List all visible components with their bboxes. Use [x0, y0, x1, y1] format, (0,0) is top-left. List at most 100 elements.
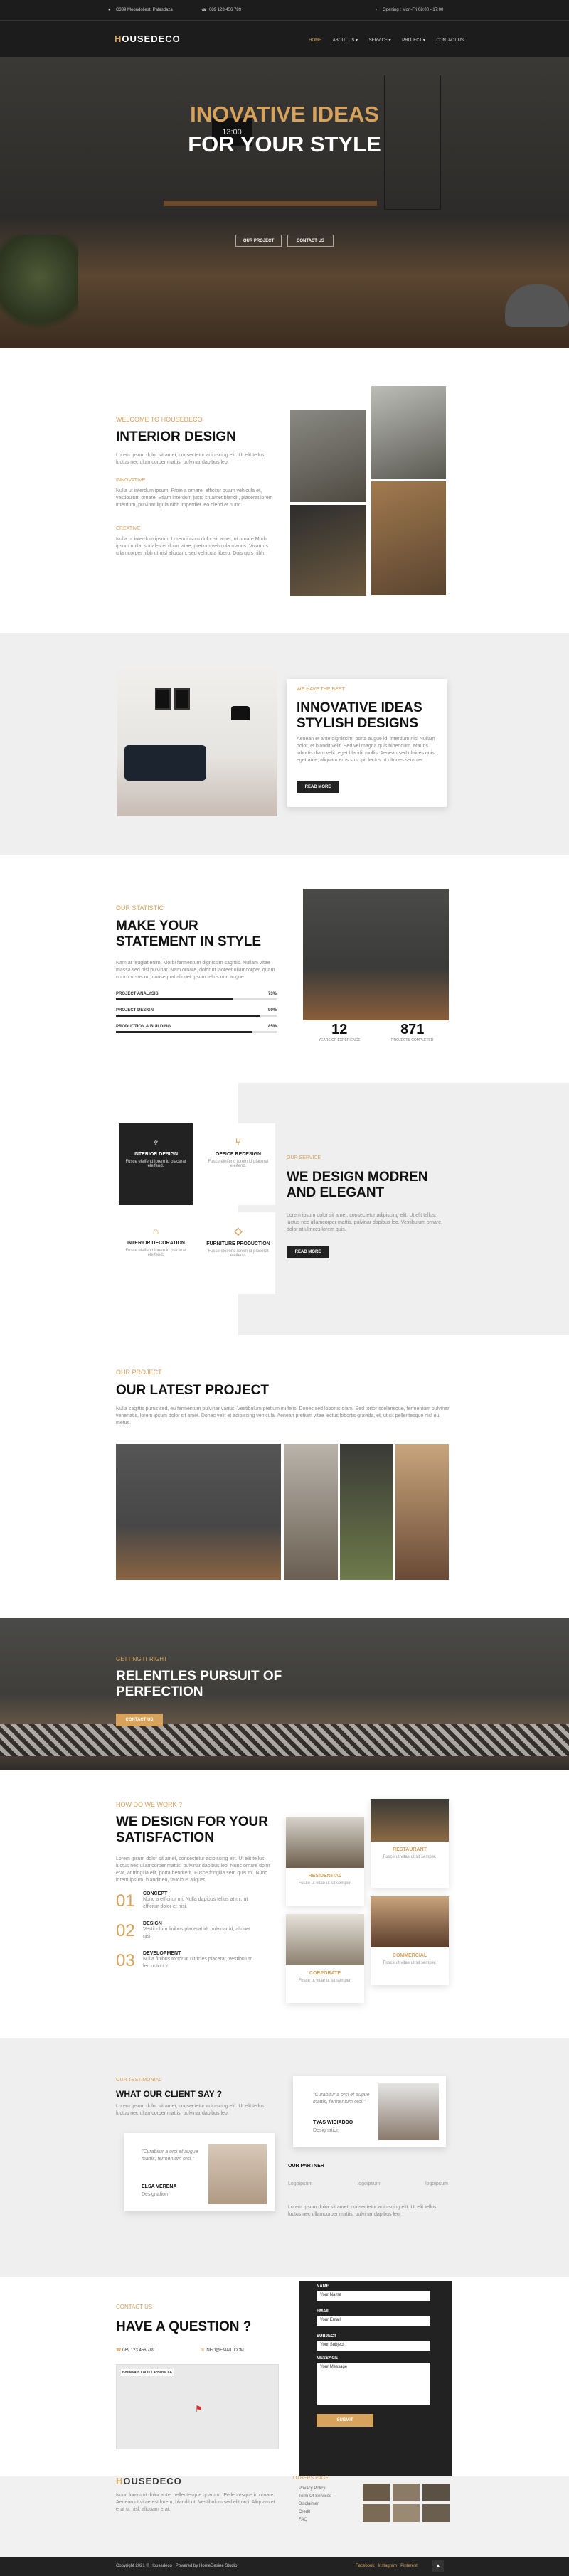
project-text: Nulla sagittis purus sed, eu fermentum p… — [116, 1406, 450, 1426]
best-read-more-button[interactable]: READ MORE — [297, 781, 339, 793]
footer-bottom-bar — [0, 2557, 569, 2576]
work-card-restaurant[interactable]: RESTAURANT Fusce ut vitae ut sit semper. — [371, 1799, 449, 1888]
getting-title: RELENTLES PURSUIT OF PERFECTION — [116, 1669, 282, 1699]
work-steps: 01 CONCEPT Nunc a efficitur mi. Nulla dapi… — [116, 1891, 276, 1971]
progress-bar-1: PROJECT ANALYSIS 73% — [116, 992, 277, 1000]
map-pin-icon: ⚑ — [195, 2404, 203, 2414]
frame-shape — [174, 688, 190, 710]
map-label: Boulevard Louis Lachenal 6A — [121, 2369, 174, 2376]
footer-link[interactable]: Disclaimer — [299, 2501, 331, 2508]
welcome-text2: Nulla ut interdum ipsum. Lorem ipsum dol… — [116, 537, 268, 556]
email-field[interactable]: Your Email — [317, 2316, 430, 2326]
service-interior-decoration[interactable]: ⌂ INTERIOR DECORATION Fusce eleifend lore… — [119, 1212, 193, 1294]
best-section-bg — [0, 633, 569, 855]
hero-title-line2: FOR YOUR STYLE — [188, 132, 381, 156]
nav-home[interactable]: HOME — [309, 38, 321, 43]
testimonial-kicker: OUR TESTIMONIAL — [116, 2078, 162, 2083]
name-field[interactable]: Your Name — [317, 2291, 430, 2301]
footer-thumb[interactable] — [393, 2484, 420, 2501]
work-card-corporate[interactable]: CORPORATE Fusce ut vitae ut sit semper. — [286, 1914, 364, 2003]
message-field[interactable]: Your Message — [317, 2363, 430, 2405]
partner-kicker: OUR PARTNER — [288, 2164, 324, 2169]
service-text: Lorem ipsum dolor sit amet, consectetur … — [287, 1213, 443, 1232]
bar-fill — [116, 1031, 253, 1033]
partner-logo-1: Logoipsum — [288, 2181, 313, 2186]
scroll-top-button[interactable]: ▲ — [432, 2560, 444, 2572]
nav-about[interactable]: ABOUT US ▾ — [333, 38, 358, 43]
progress-bar-2: PROJECT DESIGN 90% — [116, 1008, 277, 1017]
footer-link[interactable]: Privacy Policy — [299, 2485, 331, 2493]
getting-kicker: GETTING IT RIGHT — [116, 1656, 167, 1662]
testimonial-title: WHAT OUR CLIENT SAY ? — [116, 2089, 223, 2099]
subject-field[interactable]: Your Subject — [317, 2341, 430, 2351]
location-icon: ● — [108, 8, 111, 12]
hero-section: 13:00 — [0, 57, 569, 348]
service-furniture-production[interactable]: ◇ FURNITURE PRODUCTION Fusce eleifend lor… — [201, 1212, 275, 1294]
service-section-bg — [238, 1083, 569, 1335]
counter-years: 12 YEARS OF EXPERIENCE — [318, 1022, 361, 1042]
facebook-link[interactable]: Facebook — [356, 2564, 374, 2568]
project-image-3[interactable] — [340, 1444, 393, 1580]
clock-icon: ◔ — [375, 8, 378, 12]
best-kicker: WE HAVE THE BEST — [297, 687, 345, 692]
footer-thumb[interactable] — [422, 2484, 450, 2501]
bar-fill — [116, 998, 233, 1000]
footer-thumb[interactable] — [363, 2504, 390, 2522]
footer-thumb[interactable] — [422, 2504, 450, 2522]
bar-percent: 85% — [267, 1025, 277, 1029]
label-name: NAME — [317, 2284, 329, 2289]
footer-text: Nunc lorem ut dolor ante, pellentesque q… — [116, 2493, 275, 2512]
work-card-commercial[interactable]: COMMERCIAL Fusce ut vitae ut sit semper. — [371, 1896, 449, 1985]
project-image-2[interactable] — [284, 1444, 338, 1580]
sofa-shape — [124, 745, 206, 781]
project-image-1[interactable] — [116, 1444, 281, 1580]
contact-phone: ☎ 089 123 456 789 — [116, 2348, 155, 2353]
counter-projects: 871 PROJECTS COMPLETED — [391, 1022, 434, 1042]
service-interior-design[interactable]: ♆ INTERIOR DESIGN Fusce eleifend lorem id… — [119, 1123, 193, 1205]
welcome-sub2: CREATIVE — [116, 526, 141, 531]
best-text: Aenean et ante dignissim, porta augue id… — [297, 737, 436, 763]
pinterest-link[interactable]: Pinterest — [400, 2564, 418, 2568]
welcome-image-4 — [371, 481, 446, 595]
site-logo[interactable]: HOUSEDECO — [115, 33, 181, 44]
footer-thumb[interactable] — [393, 2504, 420, 2522]
footer-thumb[interactable] — [363, 2484, 390, 2501]
footer-logo[interactable]: HOUSEDECO — [116, 2476, 182, 2486]
bar-fill — [116, 1015, 261, 1017]
service-title: WE DESIGN MODREN AND ELEGANT — [287, 1170, 428, 1200]
work-card-residential[interactable]: RESIDENTIAL Fusce ut vitae ut sit semper. — [286, 1817, 364, 1906]
welcome-image-1 — [290, 410, 366, 502]
project-image-4[interactable] — [395, 1444, 449, 1580]
contact-title: HAVE A QUESTION ? — [116, 2319, 252, 2334]
submit-button[interactable]: SUBMIT — [317, 2414, 373, 2427]
progress-bar-3: PRODUCTION & BUILDING 85% — [116, 1025, 277, 1033]
welcome-intro: Lorem ipsum dolor sit amet, consectetur … — [116, 453, 266, 465]
footer — [0, 2476, 569, 2557]
footer-link[interactable]: Credit — [299, 2508, 331, 2516]
service-read-more-button[interactable]: READ MORE — [287, 1246, 329, 1258]
label-message: MESSAGE — [317, 2356, 339, 2361]
service-office-redesign[interactable]: ⑂ OFFICE REDESIGN Fusce eleifend lorem id… — [201, 1123, 275, 1205]
welcome-image-3 — [371, 386, 446, 479]
footer-link[interactable]: FAQ — [299, 2516, 331, 2524]
nav-project[interactable]: PROJECT ▾ — [402, 38, 425, 43]
best-image — [117, 667, 277, 816]
contact-map[interactable]: Boulevard Louis Lachenal 6A ⚑ — [116, 2364, 279, 2449]
footer-link[interactable]: Term Of Services — [299, 2493, 331, 2501]
instagram-link[interactable]: Instagram — [378, 2564, 397, 2568]
social-links: Facebook Instagram Pinterest — [356, 2564, 418, 2568]
footer-links: Privacy Policy Term Of Services Disclaim… — [299, 2485, 331, 2524]
getting-contact-button[interactable]: CONTACT US — [116, 1714, 163, 1726]
client-name: TYAS WIDIADDO — [313, 2120, 353, 2125]
statistic-bars: PROJECT ANALYSIS 73% PROJECT DESIGN 90% PR… — [116, 992, 277, 1033]
hero-project-button[interactable]: OUR PROJECT — [235, 235, 282, 247]
statistic-image — [303, 889, 449, 1020]
chair-icon: ⑂ — [235, 1136, 242, 1148]
hero-contact-button[interactable]: CONTACT US — [287, 235, 334, 247]
nav-service[interactable]: SERVICE ▾ — [369, 38, 391, 43]
partner-text: Lorem ipsum dolor sit amet, consectetur … — [288, 2205, 438, 2217]
quote-text: "Curabitur a orci et augue mattis, ferme… — [313, 2093, 370, 2105]
topbar-hours: Opening : Mon-Fri 08:00 - 17:00 — [383, 8, 444, 12]
main-navigation: HOUSEDECO HOME ABOUT US ▾ SERVICE ▾ PROJ… — [0, 20, 569, 57]
nav-contact[interactable]: CONTACT US — [437, 38, 464, 43]
